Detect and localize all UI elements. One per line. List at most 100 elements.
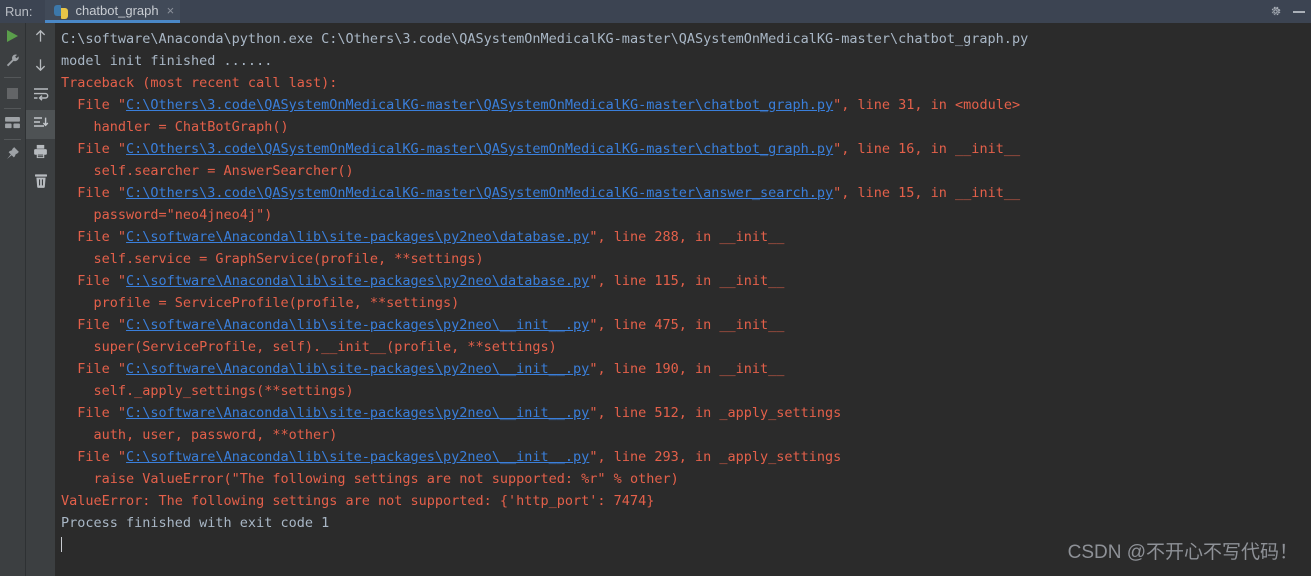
file-path-link[interactable]: C:\software\Anaconda\lib\site-packages\p… <box>126 229 589 245</box>
console-text: File " <box>61 141 127 157</box>
console-text: self._apply_settings(**settings) <box>61 383 354 399</box>
file-path-link[interactable]: C:\software\Anaconda\lib\site-packages\p… <box>126 317 589 333</box>
console-line: Traceback (most recent call last): <box>55 72 1311 94</box>
console-actions-toolbar <box>25 23 55 576</box>
console-text: C:\software\Anaconda\python.exe C:\Other… <box>61 31 1029 47</box>
layout-settings-button[interactable] <box>0 111 25 137</box>
file-path-link[interactable]: C:\software\Anaconda\lib\site-packages\p… <box>126 273 589 289</box>
console-text: File " <box>61 361 127 377</box>
close-icon[interactable]: × <box>167 3 175 20</box>
console-text: ", line 475, in __init__ <box>589 317 785 333</box>
console-line: File "C:\Others\3.code\QASystemOnMedical… <box>55 94 1311 116</box>
arrow-up-icon <box>33 28 48 48</box>
file-path-link[interactable]: C:\Others\3.code\QASystemOnMedicalKG-mas… <box>126 185 833 201</box>
console-line: File "C:\software\Anaconda\lib\site-pack… <box>55 314 1311 336</box>
layout-icon <box>5 115 20 134</box>
file-path-link[interactable]: C:\Others\3.code\QASystemOnMedicalKG-mas… <box>126 97 833 113</box>
console-line: File "C:\Others\3.code\QASystemOnMedical… <box>55 182 1311 204</box>
console-line: profile = ServiceProfile(profile, **sett… <box>55 292 1311 314</box>
tab-label: chatbot_graph <box>75 3 159 18</box>
console-text: File " <box>61 405 127 421</box>
rerun-button[interactable] <box>0 23 25 49</box>
print-button[interactable] <box>26 139 55 168</box>
stop-button[interactable] <box>0 80 25 106</box>
trash-icon <box>34 173 48 193</box>
console-line: File "C:\software\Anaconda\lib\site-pack… <box>55 446 1311 468</box>
console-line: super(ServiceProfile, self).__init__(pro… <box>55 336 1311 358</box>
console-text: ", line 16, in __init__ <box>833 141 1021 157</box>
pin-tab-button[interactable] <box>0 142 25 168</box>
console-text: auth, user, password, **other) <box>61 427 338 443</box>
file-path-link[interactable]: C:\software\Anaconda\lib\site-packages\p… <box>126 361 589 377</box>
scroll-to-end-icon <box>33 115 49 134</box>
console-line: self.searcher = AnswerSearcher() <box>55 160 1311 182</box>
console-text: File " <box>61 317 127 333</box>
console-line: File "C:\Others\3.code\QASystemOnMedical… <box>55 138 1311 160</box>
header-right-controls <box>1269 0 1311 23</box>
gear-icon[interactable] <box>1269 5 1282 18</box>
play-icon <box>7 30 18 42</box>
console-text: ", line 31, in <module> <box>833 97 1021 113</box>
console-line: File "C:\software\Anaconda\lib\site-pack… <box>55 358 1311 380</box>
run-actions-toolbar <box>0 23 25 576</box>
wrench-icon <box>5 53 20 72</box>
console-text: File " <box>61 185 127 201</box>
console-text: raise ValueError("The following settings… <box>61 471 679 487</box>
printer-icon <box>33 144 48 163</box>
console-text: password="neo4jneo4j") <box>61 207 273 223</box>
console-text: handler = ChatBotGraph() <box>61 119 289 135</box>
file-path-link[interactable]: C:\software\Anaconda\lib\site-packages\p… <box>126 449 589 465</box>
toolbar-divider <box>4 139 21 140</box>
console-text: Process finished with exit code 1 <box>61 515 330 531</box>
console-line: model init finished ...... <box>55 50 1311 72</box>
console-line <box>55 534 1311 556</box>
console-line: auth, user, password, **other) <box>55 424 1311 446</box>
soft-wrap-icon <box>33 86 49 105</box>
run-window-label: Run: <box>5 4 33 19</box>
console-text: Traceback (most recent call last): <box>61 75 338 91</box>
console-line: self._apply_settings(**settings) <box>55 380 1311 402</box>
console-text: profile = ServiceProfile(profile, **sett… <box>61 295 460 311</box>
console-line: File "C:\software\Anaconda\lib\site-pack… <box>55 226 1311 248</box>
down-the-stack-trace-button[interactable] <box>26 52 55 81</box>
console-line: File "C:\software\Anaconda\lib\site-pack… <box>55 402 1311 424</box>
console-text: super(ServiceProfile, self).__init__(pro… <box>61 339 557 355</box>
console-text: ", line 15, in __init__ <box>833 185 1021 201</box>
clear-all-button[interactable] <box>26 168 55 197</box>
console-line: handler = ChatBotGraph() <box>55 116 1311 138</box>
console-text: ", line 512, in _apply_settings <box>589 405 842 421</box>
file-path-link[interactable]: C:\software\Anaconda\lib\site-packages\p… <box>126 405 589 421</box>
minimize-icon[interactable] <box>1293 10 1305 13</box>
python-file-icon <box>54 4 69 19</box>
toolbar-divider <box>4 77 21 78</box>
file-path-link[interactable]: C:\Others\3.code\QASystemOnMedicalKG-mas… <box>126 141 833 157</box>
stop-square-icon <box>7 87 18 99</box>
arrow-down-icon <box>33 57 48 77</box>
edit-configurations-button[interactable] <box>0 49 25 75</box>
scroll-to-end-button[interactable] <box>26 110 55 139</box>
console-text: model init finished ...... <box>61 53 273 69</box>
toolbar-divider <box>4 108 21 109</box>
console-text: ", line 288, in __init__ <box>589 229 785 245</box>
console-text: ", line 115, in __init__ <box>589 273 785 289</box>
up-the-stack-trace-button[interactable] <box>26 23 55 52</box>
console-line: self.service = GraphService(profile, **s… <box>55 248 1311 270</box>
text-caret <box>61 537 62 552</box>
console-line: password="neo4jneo4j") <box>55 204 1311 226</box>
console-text: self.searcher = AnswerSearcher() <box>61 163 354 179</box>
console-text: ValueError: The following settings are n… <box>61 493 655 509</box>
console-lines: C:\software\Anaconda\python.exe C:\Other… <box>55 28 1311 556</box>
console-text: File " <box>61 97 127 113</box>
console-text: self.service = GraphService(profile, **s… <box>61 251 484 267</box>
console-line: C:\software\Anaconda\python.exe C:\Other… <box>55 28 1311 50</box>
console-text: File " <box>61 449 127 465</box>
console-text: File " <box>61 229 127 245</box>
console-line: raise ValueError("The following settings… <box>55 468 1311 490</box>
console-output[interactable]: C:\software\Anaconda\python.exe C:\Other… <box>55 23 1311 576</box>
console-text: ", line 190, in __init__ <box>589 361 785 377</box>
tab-chatbot-graph[interactable]: chatbot_graph × <box>45 0 181 23</box>
console-line: File "C:\software\Anaconda\lib\site-pack… <box>55 270 1311 292</box>
soft-wrap-button[interactable] <box>26 81 55 110</box>
console-text: File " <box>61 273 127 289</box>
pin-icon <box>5 146 20 165</box>
